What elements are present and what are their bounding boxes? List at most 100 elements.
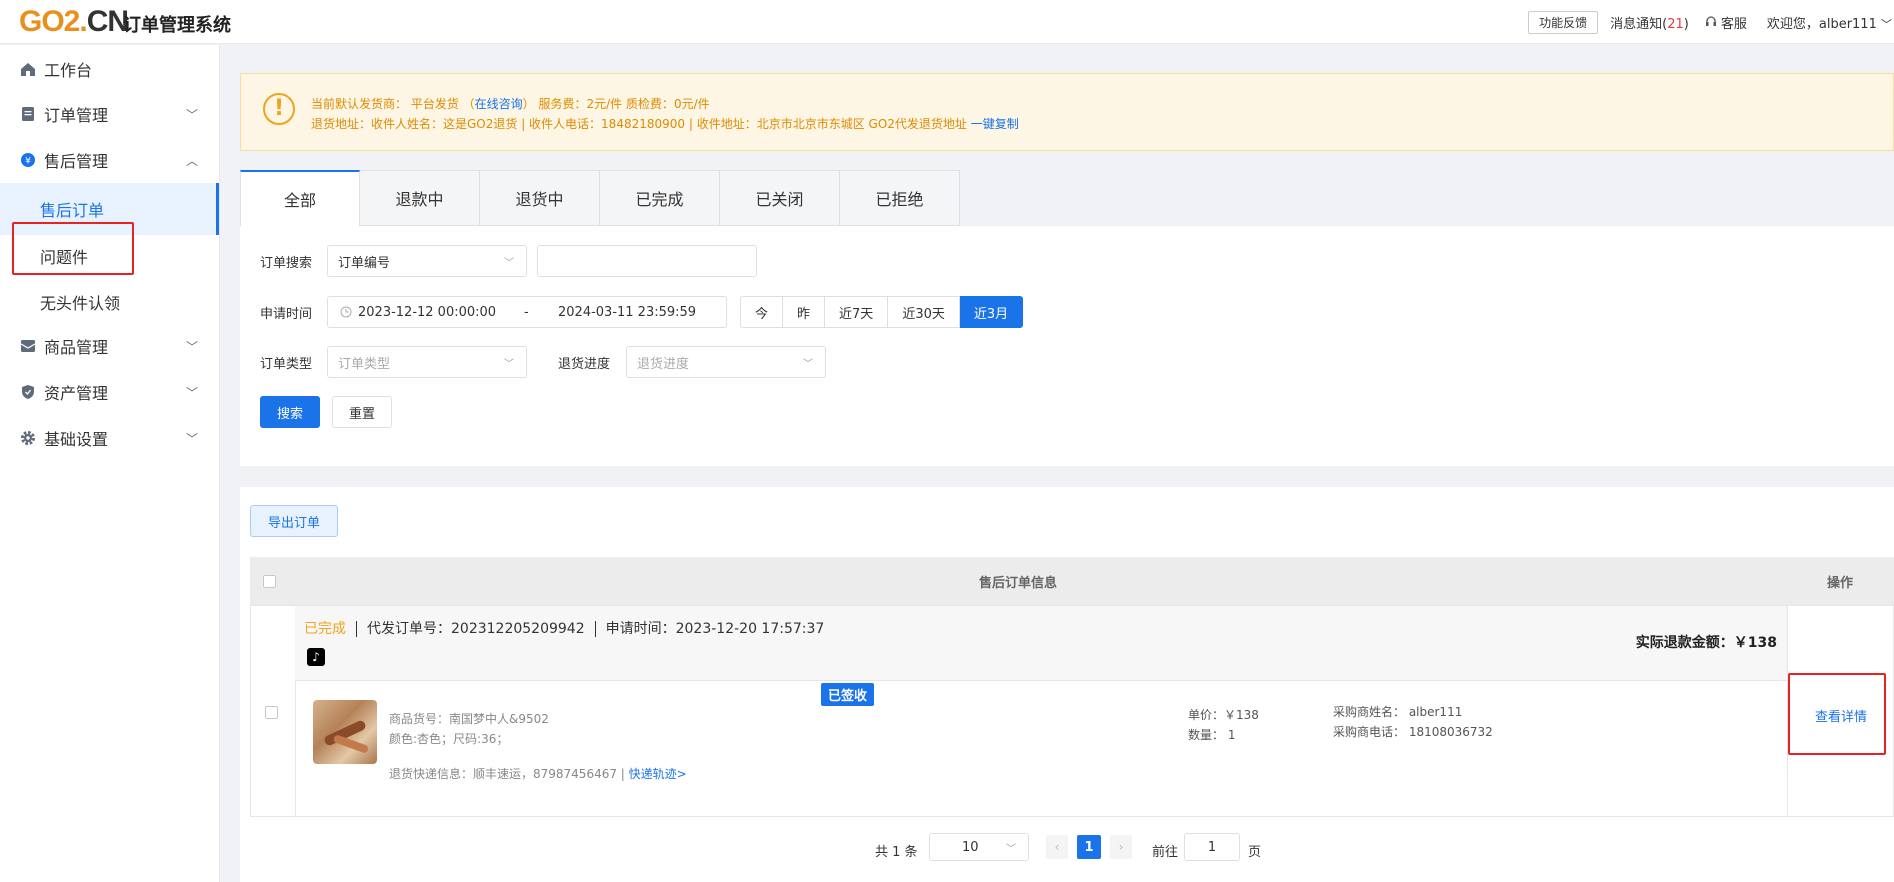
headset-icon [1705,16,1716,26]
yen-icon: ¥ [20,152,36,168]
sidebar-item-assets[interactable]: 资产管理 ﹀ [0,368,219,416]
alert-text: 退货地址：收件人姓名：这是GO2退货 | 收件人电话：18482180900 |… [311,117,971,131]
product-spec: 颜色:杏色；尺码:36； [389,732,509,746]
order-checkbox[interactable] [265,706,278,719]
goto-label: 前往 [1152,845,1179,860]
order-select-cell [251,606,296,816]
export-orders-button[interactable]: 导出订单 [250,505,338,537]
progress-label: 退货进度 [558,357,611,372]
feedback-button[interactable]: 功能反馈 [1528,10,1599,34]
user-menu[interactable]: 欢迎您，alber111 ﹀ [1767,13,1892,32]
copy-address-link[interactable]: 一键复制 [971,117,1019,131]
quick-date-buttons: 今 昨 近7天 近30天 近3月 [740,296,1024,328]
logo-go: GO2. [19,5,88,38]
total-count: 共 1 条 [875,845,918,860]
chevron-up-icon: ︿ [186,153,199,168]
reset-button[interactable]: 重置 [332,396,392,428]
quick-today[interactable]: 今 [740,296,784,328]
separator [356,621,357,637]
notice-label: 消息通知( [1610,16,1668,32]
sidebar-item-label: 资产管理 [44,384,109,403]
highlight-box [1788,673,1886,755]
product-sku: 商品货号：南国梦中人&9502 [389,712,549,726]
tab-refunding[interactable]: 退款中 [360,170,480,226]
document-icon [20,106,36,122]
sidebar-item-label: 工作台 [44,61,93,80]
search-type-select[interactable]: 订单编号 ﹀ [327,245,527,277]
return-express-info: 退货快递信息：顺丰速运，87987456467 | 快递轨迹> [389,765,687,782]
service-link[interactable]: 客服 [1705,13,1747,32]
order-header: 已完成 代发订单号：202312205209942 申请时间：2023-12-20 … [295,606,1787,681]
product-image[interactable] [313,700,377,764]
chevron-down-icon: ﹀ [803,358,813,370]
tab-rejected[interactable]: 已拒绝 [840,170,960,226]
sidebar-item-label: 商品管理 [44,338,109,357]
tab-all[interactable]: 全部 [240,170,360,226]
prev-page-button[interactable]: ‹ [1046,835,1068,859]
system-title: 订单管理系统 [123,15,231,36]
top-header: GO2.CN 订单管理系统 功能反馈 消息通知(21) 客服 欢迎您，alber… [0,0,1894,44]
page-size-select[interactable]: 10 ﹀ [929,833,1029,861]
order-status: 已完成 [304,621,346,637]
sidebar-item-orders[interactable]: 订单管理 ﹀ [0,90,219,138]
buyer-phone: 采购商电话： 18108036732 [1333,725,1493,739]
alert-line-shipper: 当前默认发货商： 平台发货 （在线咨询） 服务费：2元/件 质检费：0元/件 [311,95,710,112]
search-input[interactable] [537,245,757,277]
sign-status-badge: 已签收 [821,683,875,706]
date-end: 2024-03-11 23:59:59 [558,304,697,320]
chevron-down-icon: ﹀ [504,257,514,269]
goto-page-value: 1 [1207,839,1217,855]
sidebar: 工作台 订单管理 ﹀ ¥ 售后管理 ︿ 售后订单 问题件 无头件认领 商品管理 … [0,45,220,882]
online-consult-link[interactable]: 在线咨询 [475,97,523,111]
sidebar-item-settings[interactable]: 基础设置 ﹀ [0,414,219,462]
order-number: 代发订单号：202312205209942 [367,621,585,637]
return-progress-select[interactable]: 退货进度 ﹀ [626,346,826,378]
page-number-current[interactable]: 1 [1077,835,1101,859]
page-unit: 页 [1248,845,1262,860]
sidebar-item-workbench[interactable]: 工作台 [0,45,219,93]
chevron-down-icon: ﹀ [186,431,199,446]
quick-30days[interactable]: 近30天 [888,296,960,328]
home-icon [20,61,36,77]
order-meta: 已完成 代发订单号：202312205209942 申请时间：2023-12-20 … [304,618,824,638]
douyin-icon: ♪ [307,648,325,666]
sidebar-subitem-unclaimed-parcels[interactable]: 无头件认领 [0,276,219,328]
chevron-down-icon: ﹀ [186,107,199,122]
sidebar-item-products[interactable]: 商品管理 ﹀ [0,322,219,370]
refund-amount: 实际退款金额：￥138 [1635,635,1777,651]
filter-panel: 全部 退款中 退货中 已完成 已关闭 已拒绝 订单搜索 订单编号 ﹀ 申请时间 … [240,170,1894,466]
tab-completed[interactable]: 已完成 [600,170,720,226]
search-type-value: 订单编号 [338,255,391,271]
sidebar-subitem-label: 售后订单 [40,201,105,220]
express-track-link[interactable]: 快递轨迹> [629,767,687,781]
notice-close-paren: ) [1683,16,1689,32]
buyer-name: 采购商姓名： alber111 [1333,705,1463,719]
search-button[interactable]: 搜索 [260,396,320,428]
order-type-select[interactable]: 订单类型 ﹀ [327,346,527,378]
logo[interactable]: GO2.CN [19,5,129,39]
notice-link[interactable]: 消息通知(21) [1610,13,1689,32]
sidebar-item-aftersale[interactable]: ¥ 售后管理 ︿ [0,136,219,184]
next-page-button[interactable]: › [1110,835,1132,859]
goto-page-input[interactable]: 1 [1184,833,1240,861]
sidebar-item-label: 订单管理 [44,106,109,125]
sidebar-subitem-label: 无头件认领 [40,294,121,313]
welcome-text: 欢迎您，alber111 [1766,16,1877,32]
quick-yesterday[interactable]: 昨 [783,296,826,328]
date-range-picker[interactable]: 2023-12-12 00:00:00 - 2024-03-11 23:59:5… [327,296,727,328]
quick-7days[interactable]: 近7天 [825,296,889,328]
type-label: 订单类型 [260,357,313,372]
order-type-placeholder: 订单类型 [338,356,391,372]
unit-price: 单价：￥138 [1188,708,1259,722]
header-right: 功能反馈 消息通知(21) 客服 欢迎您，alber111 ﹀ [1528,0,1894,44]
sandal-strap [332,734,370,754]
col-header-operation: 操作 [1826,575,1853,591]
page-size-value: 10 [962,839,979,855]
chevron-down-icon: ﹀ [186,339,199,354]
info-alert: ! 当前默认发货商： 平台发货 （在线咨询） 服务费：2元/件 质检费：0元/件… [240,73,1894,151]
tab-closed[interactable]: 已关闭 [720,170,840,226]
quick-3months[interactable]: 近3月 [959,296,1024,328]
time-label: 申请时间 [260,307,313,322]
tab-returning[interactable]: 退货中 [480,170,600,226]
order-card: 已完成 代发订单号：202312205209942 申请时间：2023-12-20 … [250,605,1894,817]
